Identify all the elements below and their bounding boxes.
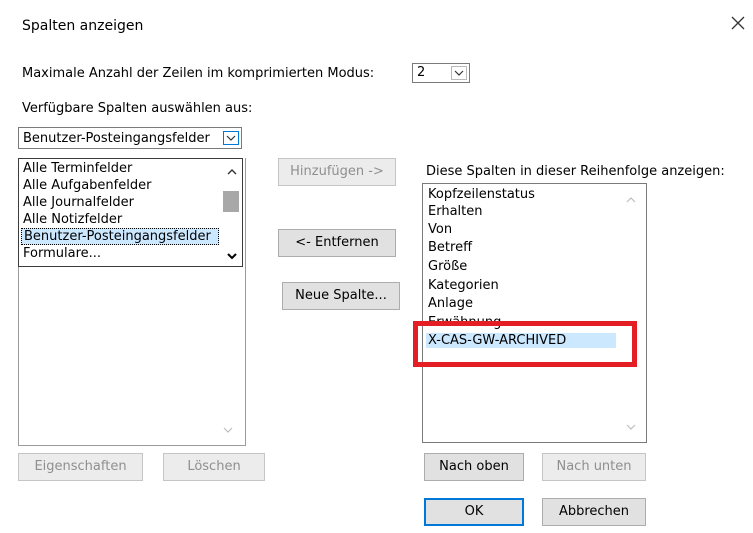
close-icon[interactable]	[727, 12, 749, 34]
cancel-button[interactable]: Abbrechen	[542, 498, 646, 526]
move-up-button[interactable]: Nach oben	[424, 453, 524, 481]
chevron-up-icon[interactable]	[224, 165, 240, 179]
scrollbar-thumb[interactable]	[223, 191, 239, 212]
rows-mode-value: 2	[417, 65, 426, 80]
list-item[interactable]: Formulare...	[23, 246, 101, 261]
list-item[interactable]: Alle Notizfelder	[23, 212, 122, 227]
list-item-selected[interactable]: Benutzer-Posteingangsfelder	[21, 228, 219, 245]
add-button[interactable]: Hinzufügen ->	[278, 158, 396, 186]
list-item[interactable]: Anlage	[428, 296, 473, 311]
new-column-button[interactable]: Neue Spalte...	[282, 282, 400, 310]
available-columns-selected: Benutzer-Posteingangsfelder	[23, 131, 210, 146]
list-item[interactable]: Alle Aufgabenfelder	[23, 178, 151, 193]
chevron-up-icon[interactable]	[623, 194, 639, 210]
ok-button[interactable]: OK	[424, 498, 524, 526]
delete-button[interactable]: Löschen	[163, 453, 265, 481]
shown-columns-list[interactable]: Kopfzeilenstatus Erhalten Von Betreff Gr…	[422, 183, 647, 443]
list-item[interactable]: Erhalten	[428, 204, 482, 219]
available-columns-dropdown[interactable]: Alle Terminfelder Alle Aufgabenfelder Al…	[18, 158, 243, 267]
shown-columns-label: Diese Spalten in dieser Reihenfolge anze…	[426, 164, 725, 179]
dialog-title: Spalten anzeigen	[22, 18, 144, 34]
chevron-down-icon[interactable]	[451, 66, 467, 80]
remove-button[interactable]: <- Entfernen	[278, 229, 396, 257]
list-item[interactable]: Kategorien	[428, 278, 499, 293]
list-item[interactable]: Alle Terminfelder	[23, 161, 132, 176]
list-item[interactable]: Kopfzeilenstatus	[428, 187, 535, 202]
properties-button[interactable]: Eigenschaften	[18, 453, 143, 481]
available-columns-combo[interactable]: Benutzer-Posteingangsfelder	[18, 127, 242, 149]
list-item[interactable]: Alle Journalfelder	[23, 195, 134, 210]
list-item[interactable]: Größe	[428, 259, 467, 274]
rows-mode-select[interactable]: 2	[412, 63, 470, 83]
chevron-down-icon[interactable]	[223, 131, 239, 145]
available-columns-label: Verfügbare Spalten auswählen aus:	[22, 101, 253, 116]
list-item[interactable]: Von	[428, 222, 452, 237]
highlight-box	[413, 321, 637, 367]
rows-mode-label: Maximale Anzahl der Zeilen im komprimier…	[22, 66, 375, 81]
chevron-down-icon[interactable]	[224, 249, 240, 263]
chevron-down-icon[interactable]	[220, 424, 236, 440]
list-item[interactable]: Betreff	[428, 240, 472, 255]
chevron-down-icon[interactable]	[623, 421, 639, 437]
move-down-button[interactable]: Nach unten	[542, 453, 646, 481]
